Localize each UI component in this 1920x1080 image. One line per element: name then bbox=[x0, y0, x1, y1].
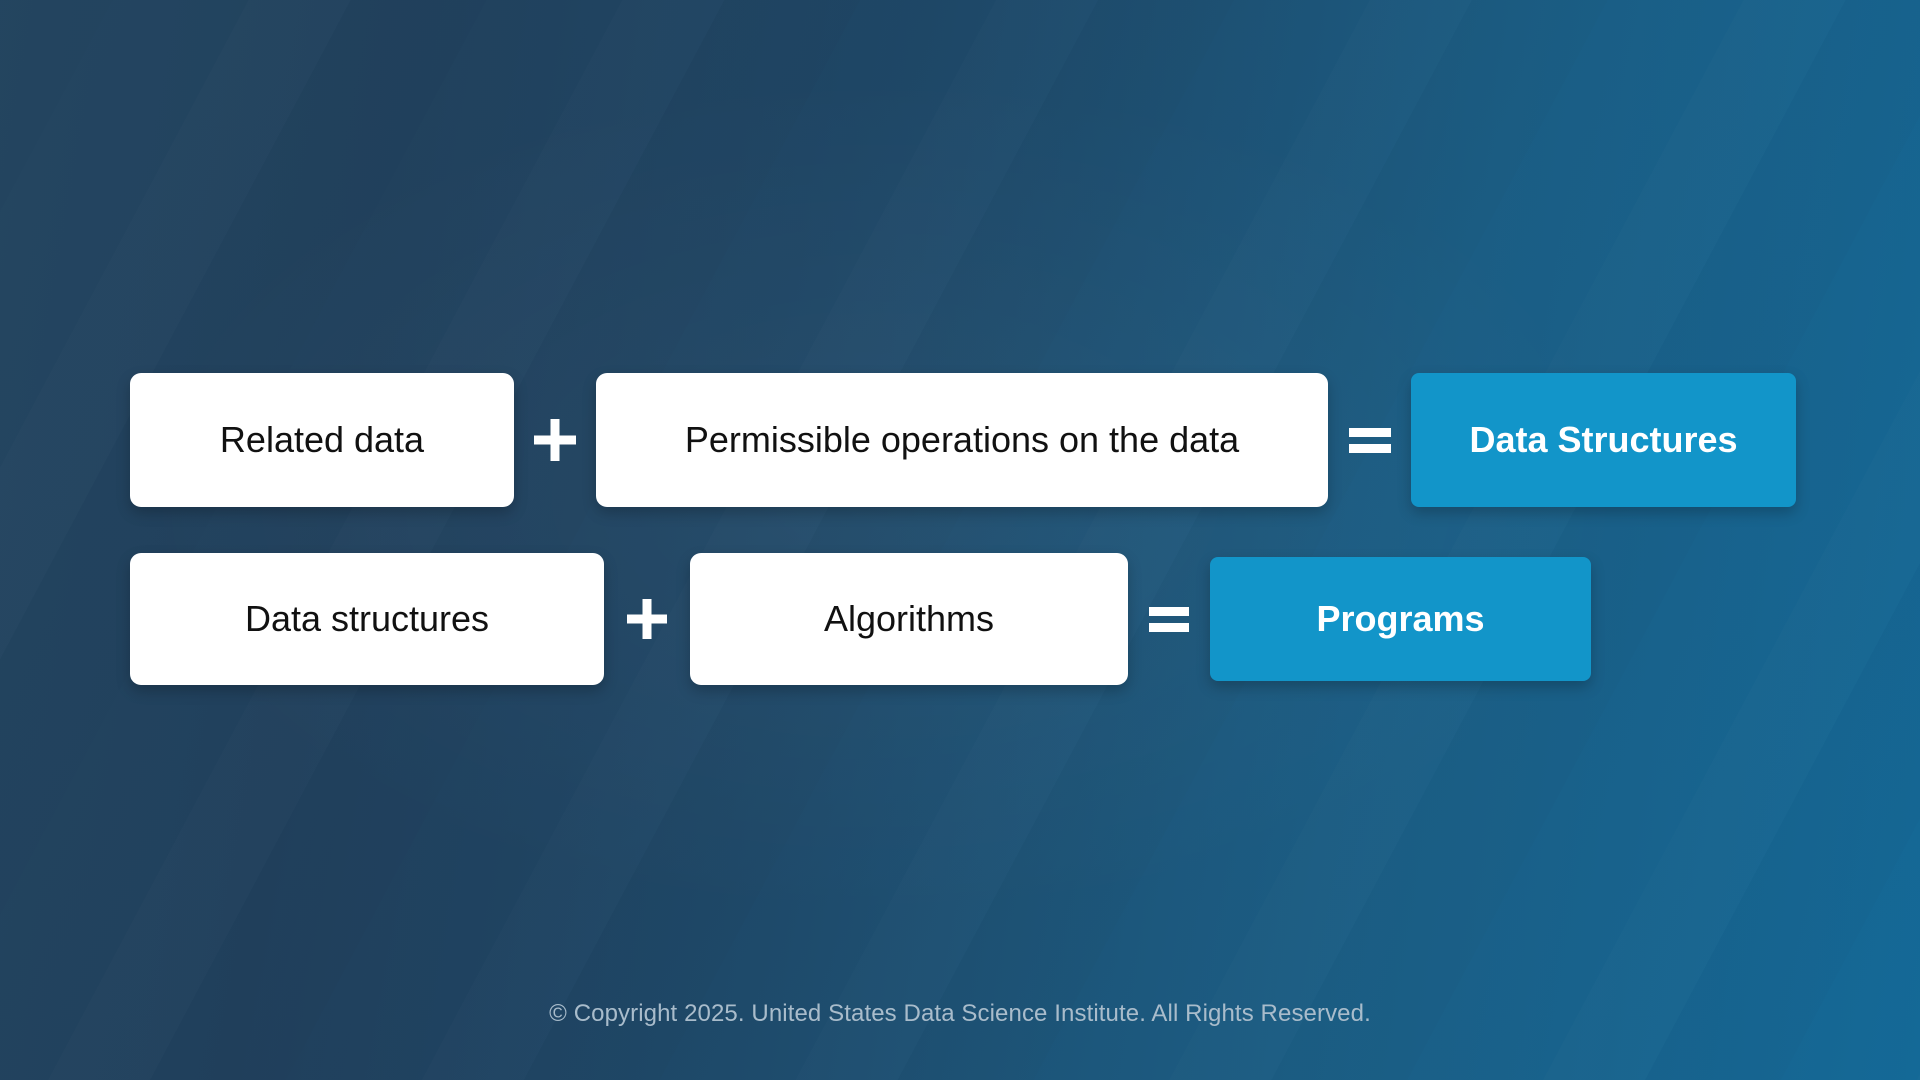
term-box-algorithms[interactable]: Algorithms bbox=[690, 553, 1128, 685]
result-label: Programs bbox=[1316, 598, 1485, 639]
result-box-programs[interactable]: Programs bbox=[1210, 557, 1591, 681]
term-box-permissible-operations[interactable]: Permissible operations on the data bbox=[596, 373, 1328, 507]
term-label: Permissible operations on the data bbox=[684, 419, 1240, 460]
result-box-data-structures[interactable]: Data Structures bbox=[1411, 373, 1796, 507]
slide-canvas: Related data Permissible operations on t… bbox=[0, 0, 1920, 1080]
term-box-data-structures[interactable]: Data structures bbox=[130, 553, 604, 685]
equation-row-2: Data structures Algorithms Programs bbox=[130, 553, 1591, 685]
term-label: Related data bbox=[219, 419, 425, 460]
plus-icon bbox=[604, 597, 690, 641]
term-box-related-data[interactable]: Related data bbox=[130, 373, 514, 507]
equals-icon bbox=[1328, 423, 1411, 457]
term-label: Algorithms bbox=[823, 598, 995, 639]
term-label: Data structures bbox=[244, 598, 490, 639]
equals-icon bbox=[1128, 603, 1210, 635]
plus-icon bbox=[514, 417, 596, 463]
copyright-text: © Copyright 2025. United States Data Sci… bbox=[549, 1000, 1371, 1027]
equation-row-1: Related data Permissible operations on t… bbox=[130, 373, 1796, 507]
result-label: Data Structures bbox=[1469, 419, 1738, 460]
footer-copyright: © Copyright 2025. United States Data Sci… bbox=[0, 1000, 1920, 1028]
